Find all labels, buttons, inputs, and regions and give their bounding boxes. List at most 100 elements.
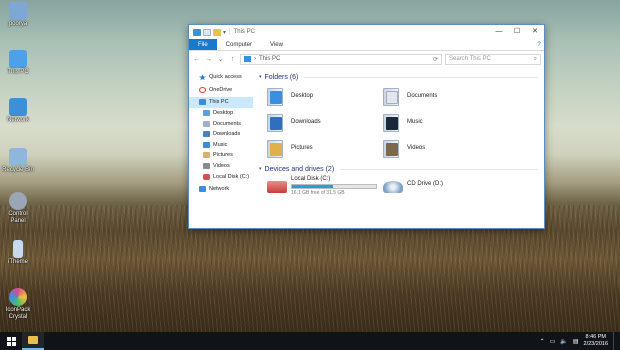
music-folder-icon <box>383 112 401 132</box>
forward-button[interactable]: → <box>204 56 213 63</box>
search-placeholder: Search This PC <box>449 56 491 62</box>
pictures-folder-icon <box>267 138 285 158</box>
refresh-icon[interactable]: ⟳ <box>433 56 438 63</box>
qat-dropdown-icon[interactable]: ▾ <box>223 29 226 36</box>
up-button[interactable]: ↑ <box>228 56 237 63</box>
minimize-button[interactable]: — <box>490 25 508 39</box>
group-divider <box>304 76 538 78</box>
computer-icon <box>244 56 251 62</box>
nav-item-label: Local Disk (C:) <box>213 173 250 180</box>
folders-group-header[interactable]: ▾ Folders (6) <box>259 72 538 82</box>
nav-item-onedrive[interactable]: OneDrive <box>189 85 253 96</box>
drive-label: Local Disk (C:) <box>291 176 331 182</box>
devices-header-label: Devices and drives (2) <box>264 165 335 173</box>
nav-item-documents[interactable]: Documents <box>189 118 253 129</box>
network-icon <box>9 98 27 116</box>
search-icon: ⌕ <box>533 55 537 62</box>
nav-item-music[interactable]: Music <box>189 140 253 151</box>
search-input[interactable]: Search This PC ⌕ <box>445 53 541 65</box>
tab-file[interactable]: File <box>189 39 217 50</box>
folder-downloads[interactable]: Downloads <box>267 112 321 132</box>
recycle-bin-icon <box>9 148 27 166</box>
crystal-icon <box>9 288 27 306</box>
drive-local-disk[interactable]: Local Disk (C:) 16.1 GB free of 31.5 GB <box>267 176 377 196</box>
desktop-icon-itheme[interactable]: iTheme <box>2 240 34 266</box>
tab-computer[interactable]: Computer <box>217 39 261 50</box>
user-folder-icon <box>9 2 27 20</box>
nav-item-quick-access[interactable]: Quick access <box>189 72 253 83</box>
videos-icon <box>203 163 210 170</box>
address-path[interactable]: This PC <box>259 56 280 62</box>
local-disk-icon <box>267 181 287 193</box>
action-center-icon[interactable]: ▤ <box>573 338 579 345</box>
folder-pictures[interactable]: Pictures <box>267 138 313 158</box>
nav-item-desktop[interactable]: Desktop <box>189 108 253 119</box>
system-tray: ⌃ ▭ 🔈 ▤ 8:46 PM 2/23/2016 <box>540 332 620 350</box>
cd-drive-icon <box>383 181 403 193</box>
nav-item-local-disk[interactable]: Local Disk (C:) <box>189 171 253 182</box>
desktop-icon-poorya[interactable]: poorya <box>2 2 34 28</box>
devices-group-header[interactable]: ▾ Devices and drives (2) <box>259 164 538 174</box>
desktop-icon-this-pc[interactable]: This PC <box>2 50 34 76</box>
new-folder-icon[interactable] <box>213 28 221 36</box>
chevron-down-icon[interactable]: ▾ <box>259 166 262 172</box>
network-status-icon[interactable]: ▭ <box>550 338 556 345</box>
volume-icon[interactable]: 🔈 <box>560 338 567 345</box>
maximize-button[interactable]: ☐ <box>508 25 526 39</box>
computer-icon <box>193 28 201 36</box>
folder-label: Music <box>407 119 423 125</box>
recent-locations-button[interactable]: ⌄ <box>216 55 225 63</box>
folder-desktop[interactable]: Desktop <box>267 86 313 106</box>
downloads-folder-icon <box>267 112 285 132</box>
group-divider <box>340 168 538 170</box>
taskbar-file-explorer[interactable] <box>22 332 44 350</box>
folder-label: Desktop <box>291 93 314 99</box>
desktop-icon-control-panel[interactable]: Control Panel <box>2 192 34 225</box>
folder-music[interactable]: Music <box>383 112 423 132</box>
music-icon <box>203 141 210 148</box>
network-icon <box>199 186 206 193</box>
show-hidden-icons-button[interactable]: ⌃ <box>540 338 545 345</box>
nav-item-label: Pictures <box>213 152 233 159</box>
ribbon-tabs: File Computer View ? <box>189 39 544 51</box>
nav-item-downloads[interactable]: Downloads <box>189 129 253 140</box>
folders-header-label: Folders (6) <box>264 73 299 81</box>
desktop-icon-network[interactable]: Network <box>2 98 34 124</box>
videos-folder-icon <box>383 138 401 158</box>
nav-item-label: Network <box>209 186 230 193</box>
nav-item-pictures[interactable]: Pictures <box>189 150 253 161</box>
nav-item-label: Desktop <box>213 110 234 117</box>
desktop-icon-recycle-bin[interactable]: Recycle Bin <box>2 148 34 174</box>
folder-documents[interactable]: Documents <box>383 86 437 106</box>
properties-icon[interactable] <box>203 28 211 36</box>
folders-grid: Desktop Documents Downloads Music Pictur… <box>259 82 538 164</box>
back-button[interactable]: ← <box>192 56 201 63</box>
clock-date: 2/23/2016 <box>583 341 608 347</box>
show-desktop-button[interactable] <box>613 332 616 350</box>
title-separator: | <box>229 29 231 35</box>
nav-item-this-pc[interactable]: This PC <box>189 97 253 108</box>
drive-cd[interactable]: CD Drive (D:) <box>383 176 443 193</box>
address-bar[interactable]: › This PC ⟳ <box>240 53 442 65</box>
help-icon[interactable]: ? <box>534 39 544 50</box>
nav-item-videos[interactable]: Videos <box>189 161 253 172</box>
theme-icon <box>13 240 23 258</box>
desktop-icon-iconpack-crystal[interactable]: IconPack Crystal <box>2 288 34 321</box>
nav-item-label: Downloads <box>213 131 241 138</box>
clock[interactable]: 8:46 PM 2/23/2016 <box>584 334 608 348</box>
documents-icon <box>203 120 210 127</box>
nav-item-label: Music <box>213 141 228 148</box>
close-button[interactable]: ✕ <box>526 25 544 39</box>
content-pane: ▾ Folders (6) Desktop Documents Download… <box>253 68 544 228</box>
chevron-down-icon[interactable]: ▾ <box>259 74 262 80</box>
drive-label: CD Drive (D:) <box>407 181 443 187</box>
start-button[interactable] <box>0 332 22 350</box>
folder-videos[interactable]: Videos <box>383 138 425 158</box>
folder-label: Documents <box>407 93 438 99</box>
title-bar[interactable]: ▾ | This PC — ☐ ✕ <box>189 25 544 39</box>
tab-view[interactable]: View <box>261 39 292 50</box>
nav-item-network[interactable]: Network <box>189 184 253 195</box>
control-panel-icon <box>9 192 27 210</box>
explorer-window: ▾ | This PC — ☐ ✕ File Computer View ? ←… <box>188 24 545 229</box>
clock-time: 8:46 PM <box>585 334 606 340</box>
